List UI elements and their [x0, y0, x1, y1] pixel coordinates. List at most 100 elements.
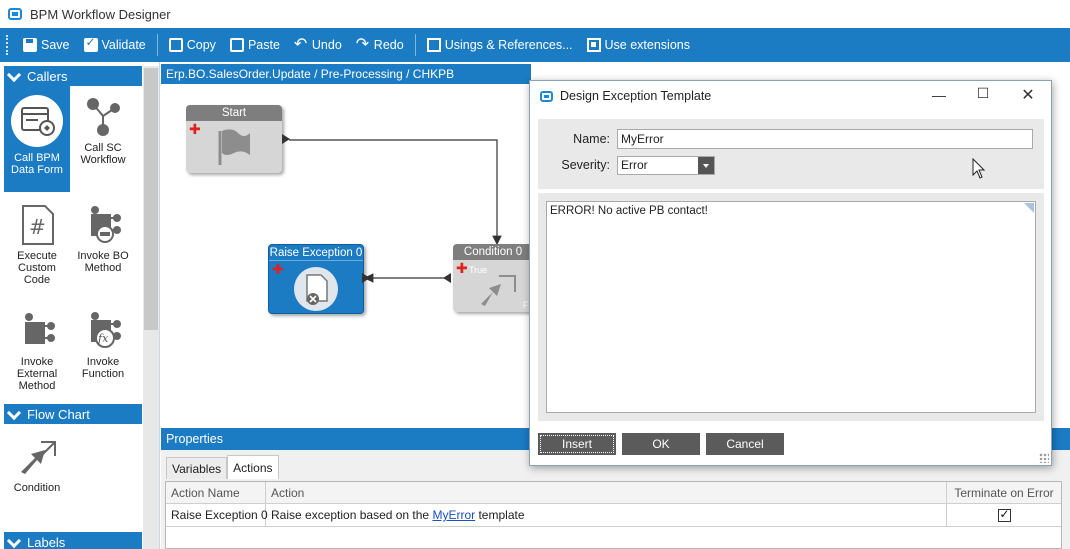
tab-variables[interactable]: Variables — [166, 457, 228, 479]
save-icon — [23, 38, 37, 52]
name-input[interactable]: MyError — [617, 129, 1033, 149]
bo-method-icon — [83, 204, 123, 246]
app-icon — [8, 8, 22, 20]
start-node[interactable]: Start ✚ — [186, 105, 282, 173]
window-titlebar: BPM Workflow Designer — [0, 0, 1070, 28]
grid-header: Action Name Action Terminate on Error — [166, 482, 1061, 504]
chevron-down-icon — [8, 537, 19, 548]
terminate-on-error-cell — [947, 504, 1061, 526]
toolbar-grip[interactable] — [6, 35, 10, 55]
message-editor[interactable]: ERROR! No active PB contact! — [546, 201, 1036, 413]
resize-grip[interactable] — [1039, 453, 1049, 463]
dialog-title: Design Exception Template — [560, 89, 712, 103]
insert-button[interactable]: Insert — [538, 433, 616, 455]
maximize-icon[interactable]: ☐ — [975, 85, 991, 102]
cancel-button[interactable]: Cancel — [706, 433, 784, 455]
toolbox-scrollbar[interactable] — [143, 66, 159, 549]
tool-invoke-external-method[interactable]: Invoke External Method — [4, 310, 70, 392]
condition-node[interactable]: Condition 0 ✚ True F — [453, 244, 533, 312]
paste-icon — [229, 38, 244, 52]
template-properties-panel: Name: MyError Severity: Error — [538, 119, 1044, 189]
copy-icon — [168, 38, 183, 52]
flowchart-section-header[interactable]: Flow Chart — [4, 404, 142, 424]
tool-invoke-function[interactable]: fx Invoke Function — [70, 310, 136, 380]
svg-text:fx: fx — [97, 332, 109, 345]
tool-call-bpm-data-form[interactable]: Call BPM Data Form — [4, 86, 70, 192]
terminate-on-error-checkbox[interactable] — [997, 507, 1011, 522]
condition-icon — [17, 436, 57, 478]
scrollbar-thumb[interactable] — [144, 68, 158, 330]
tool-label: Call SC Workflow — [80, 142, 126, 166]
undo-button[interactable]: Undo — [287, 32, 349, 58]
tool-label: Invoke External Method — [16, 356, 58, 392]
breadcrumb: Erp.BO.SalesOrder.Update / Pre-Processin… — [161, 64, 531, 84]
condition-icon — [481, 275, 516, 306]
action-name-cell[interactable]: Raise Exception 0 — [166, 504, 268, 526]
validate-button[interactable]: Validate — [77, 32, 153, 58]
minimize-icon[interactable]: — — [931, 87, 947, 103]
data-form-icon — [10, 94, 64, 148]
properties-tabs: Variables Actions — [166, 455, 279, 479]
redo-icon — [356, 34, 370, 54]
raise-exception-node[interactable]: Raise Exception 0 ✚ — [268, 244, 364, 314]
actions-grid: Action Name Action Terminate on Error Ra… — [165, 481, 1062, 549]
tool-label: Invoke BO Method — [77, 250, 129, 274]
callers-section-header[interactable]: Callers — [4, 66, 142, 86]
dialog-titlebar[interactable]: Design Exception Template — [530, 81, 1051, 111]
start-output-port[interactable] — [282, 134, 290, 144]
extensions-icon — [586, 38, 601, 52]
column-header-terminate-on-error[interactable]: Terminate on Error — [947, 482, 1061, 503]
node-title: Raise Exception 0 — [269, 245, 363, 261]
paste-button[interactable]: Paste — [223, 32, 287, 58]
corner-indicator-icon — [1024, 203, 1034, 213]
tool-label: Call BPM Data Form — [11, 152, 63, 176]
table-row[interactable]: Raise Exception 0 Raise exception based … — [166, 504, 1061, 527]
design-exception-template-dialog: Design Exception Template — ☐ ✕ Name: My… — [529, 80, 1052, 466]
template-link[interactable]: MyError — [432, 508, 475, 522]
action-cell[interactable]: Raise exception based on the MyError tem… — [266, 504, 947, 526]
usings-references-button[interactable]: Usings & References... — [420, 32, 580, 58]
column-header-action[interactable]: Action — [266, 482, 947, 503]
sc-workflow-icon — [83, 96, 123, 138]
labels-section-header[interactable]: Labels — [4, 532, 142, 549]
validate-icon — [83, 35, 98, 52]
node-title: Start — [186, 105, 282, 121]
app-icon — [540, 90, 553, 102]
tool-label: Execute Custom Code — [17, 250, 57, 286]
tool-label: Condition — [13, 482, 61, 494]
ok-button[interactable]: OK — [622, 433, 700, 455]
severity-dropdown[interactable]: Error — [617, 156, 715, 175]
tool-invoke-bo-method[interactable]: Invoke BO Method — [70, 204, 136, 274]
window-title: BPM Workflow Designer — [30, 6, 171, 22]
chevron-down-icon[interactable] — [698, 157, 714, 174]
chevron-down-icon — [8, 409, 19, 420]
redo-button[interactable]: Redo — [349, 32, 411, 58]
save-button[interactable]: Save — [16, 32, 77, 58]
use-extensions-button[interactable]: Use extensions — [580, 32, 697, 58]
toolbox-panel: Callers Call BPM Data Form Call SC Workf… — [0, 62, 160, 549]
undo-icon — [294, 34, 308, 54]
flag-icon — [218, 129, 250, 165]
toolbar-separator — [414, 34, 416, 56]
tool-execute-custom-code[interactable]: # Execute Custom Code — [4, 204, 70, 286]
node-title: Condition 0 — [453, 244, 533, 260]
close-icon[interactable]: ✕ — [1020, 85, 1036, 105]
copy-button[interactable]: Copy — [162, 32, 223, 58]
raise-output-port[interactable] — [362, 273, 370, 283]
external-method-icon — [17, 310, 57, 352]
severity-label: Severity: — [561, 158, 610, 172]
function-icon: fx — [83, 310, 123, 352]
exception-icon — [294, 267, 338, 311]
column-header-action-name[interactable]: Action Name — [166, 482, 266, 503]
name-label: Name: — [573, 132, 610, 146]
usings-icon — [426, 38, 441, 52]
tool-condition[interactable]: Condition — [4, 436, 70, 494]
tool-call-sc-workflow[interactable]: Call SC Workflow — [70, 96, 136, 166]
mouse-cursor-icon — [972, 158, 986, 179]
tab-actions[interactable]: Actions — [227, 455, 279, 479]
svg-text:#: # — [29, 215, 46, 239]
message-panel: ERROR! No active PB contact! — [538, 193, 1044, 421]
custom-code-icon: # — [17, 204, 57, 246]
condition-input-port[interactable] — [443, 273, 451, 283]
main-toolbar: Save Validate Copy Paste Undo Redo Using… — [0, 28, 1070, 62]
